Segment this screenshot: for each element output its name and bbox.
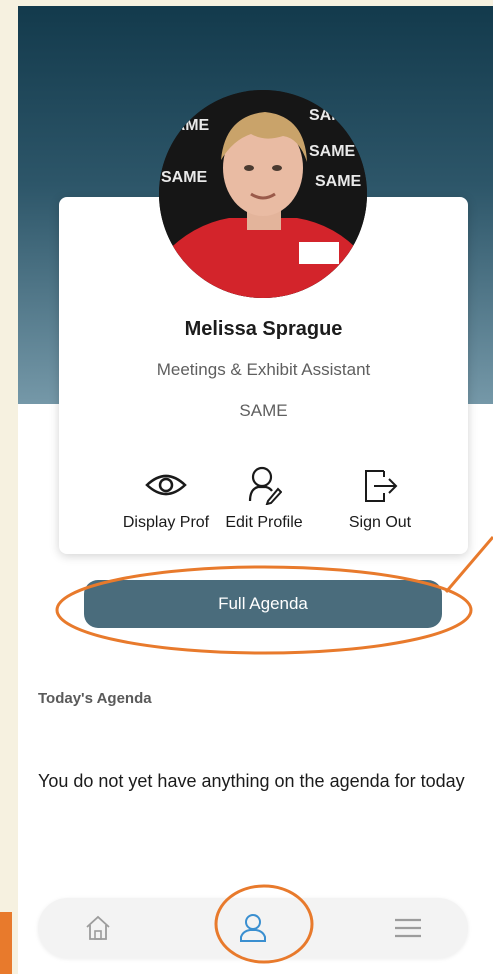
annotation-nav-circle: [214, 884, 314, 964]
annotation-overlay: [55, 536, 493, 964]
annotation-highlight-ellipse: [55, 565, 473, 655]
annotation-pointer-line: [444, 536, 493, 593]
